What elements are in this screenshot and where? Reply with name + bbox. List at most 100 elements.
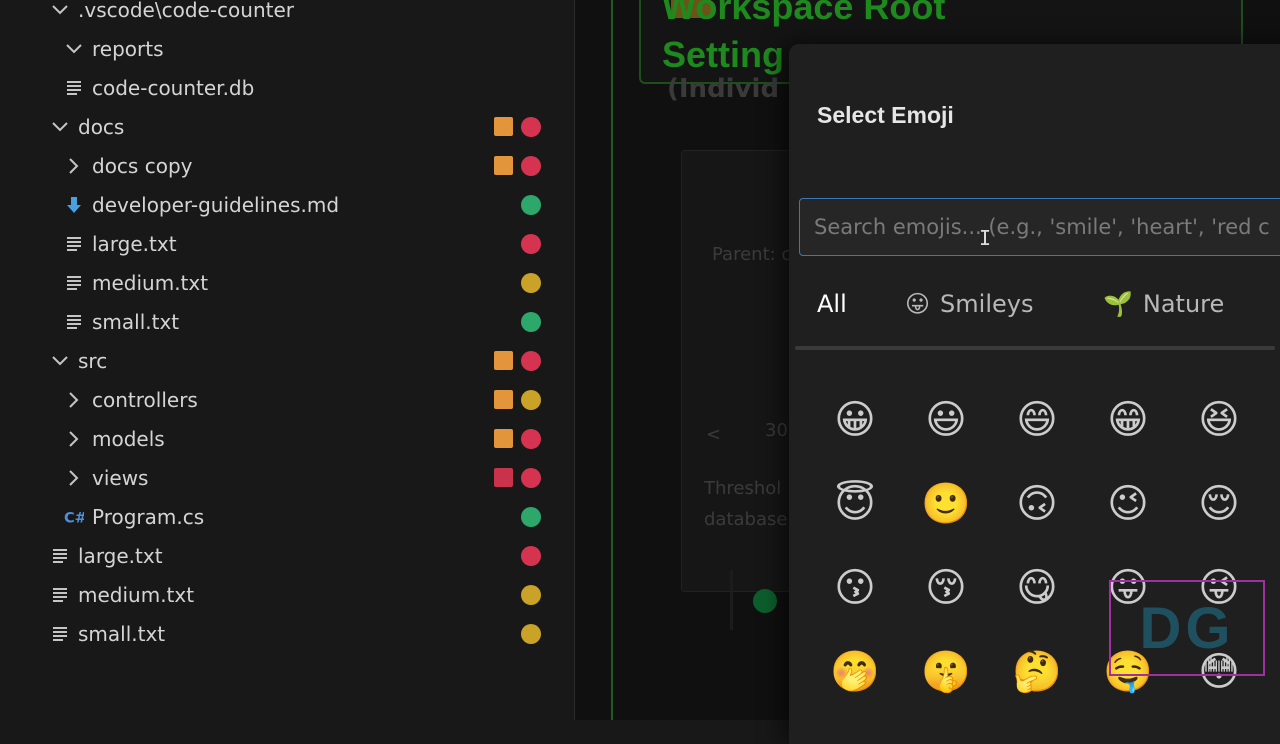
git-status-decorations [494,419,541,458]
tree-folder-row[interactable]: controllers [0,380,574,419]
tree-folder-row[interactable]: docs [0,107,574,146]
file-lines-icon [50,585,70,605]
tab-all[interactable]: All [817,276,847,332]
settings-title: Workspace Root [662,0,946,27]
tree-item-label: large.txt [92,231,177,256]
chevron-down-icon[interactable] [64,39,84,59]
tree-item-label: code-counter.db [92,75,255,100]
status-dot [521,428,541,449]
emoji-option[interactable]: 🙂 [918,476,974,532]
tree-item-label: small.txt [92,309,180,334]
tree-file-row[interactable]: C# Program.cs [0,497,574,536]
tree-file-row[interactable]: small.txt [0,302,574,341]
tree-file-row[interactable]: code-counter.db [0,68,574,107]
status-dot [521,311,541,332]
git-status-decorations [494,380,541,419]
tree-item-label: medium.txt [92,270,209,295]
markdown-icon [64,195,84,215]
status-dot [521,623,541,644]
git-status-decorations [494,458,541,497]
emoji-option[interactable]: 😀 [827,392,883,448]
tree-folder-row[interactable]: .vscode\code-counter [0,0,574,29]
emoji-option[interactable]: 🙃 [1009,476,1065,532]
tab-smileys[interactable]: 😛 Smileys [905,276,1033,332]
tree-item-label: medium.txt [78,582,195,607]
emoji-option[interactable]: 😇 [827,476,883,532]
emoji-option[interactable]: 😃 [918,392,974,448]
tree-item-label: .vscode\code-counter [78,0,294,22]
chevron-down-icon[interactable] [50,351,70,371]
emoji-option[interactable]: 🤔 [1009,644,1065,700]
tree-folder-row[interactable]: views [0,458,574,497]
tree-folder-row[interactable]: models [0,419,574,458]
emoji-category-tabs: All 😛 Smileys 🌱 Nature [789,276,1280,332]
threshold-label: Threshol [704,478,782,499]
tree-folder-row[interactable]: reports [0,29,574,68]
tree-item-label: models [92,426,165,451]
modified-badge [494,156,513,175]
emoji-option[interactable]: 😁 [1100,392,1156,448]
csharp-icon: C# [64,507,84,527]
emoji-option[interactable]: 🤭 [827,644,883,700]
git-status-decorations [521,185,541,224]
chevron-right-icon[interactable] [64,390,84,410]
status-dot [521,116,541,137]
tree-item-label: developer-guidelines.md [92,192,340,217]
tree-file-row[interactable]: large.txt [0,224,574,263]
chevron-left-icon[interactable]: < [706,424,721,445]
status-dot [753,589,777,613]
text-cursor-icon: I [979,226,992,250]
chevron-down-icon[interactable] [50,0,70,20]
tree-item-label: Program.cs [92,504,205,529]
chevron-right-icon[interactable] [64,156,84,176]
tree-item-label: reports [92,36,164,61]
divider [730,570,733,630]
tree-file-row[interactable]: large.txt [0,536,574,575]
smiley-icon: 😛 [905,290,931,318]
emoji-option[interactable]: 😆 [1191,392,1247,448]
tree-item-label: small.txt [78,621,166,646]
status-dot [521,233,541,254]
emoji-option[interactable]: 😗 [827,560,883,616]
modified-badge [494,429,513,448]
seedling-icon: 🌱 [1103,290,1133,318]
threshold-value: 30 [765,420,788,441]
tree-folder-row[interactable]: src [0,341,574,380]
file-lines-icon [50,546,70,566]
file-lines-icon [50,624,70,644]
tree-item-label: views [92,465,149,490]
git-status-decorations [521,575,541,614]
modified-badge [494,468,513,487]
tree-file-row[interactable]: medium.txt [0,263,574,302]
explorer-panel: .vscode\code-counter reports code-counter.… [0,0,575,720]
status-dot [521,350,541,371]
chevron-right-icon[interactable] [64,468,84,488]
tab-nature[interactable]: 🌱 Nature [1103,276,1224,332]
tree-folder-row[interactable]: docs copy [0,146,574,185]
emoji-option[interactable]: 😚 [918,560,974,616]
status-dot [521,467,541,488]
chevron-down-icon[interactable] [50,117,70,137]
file-lines-icon [64,78,84,98]
tree-file-row[interactable]: small.txt [0,614,574,653]
emoji-option[interactable]: 😄 [1009,392,1065,448]
status-dot [521,506,541,527]
tree-file-row[interactable]: medium.txt [0,575,574,614]
emoji-option[interactable]: 😉 [1100,476,1156,532]
emoji-option[interactable]: 😌 [1191,476,1247,532]
git-status-decorations [494,146,541,185]
emoji-option[interactable]: 😋 [1009,560,1065,616]
status-dot [521,389,541,410]
git-status-decorations [521,302,541,341]
editor-gutter-line [611,0,613,720]
tab-label: Smileys [940,290,1034,318]
emoji-search-input[interactable] [799,198,1280,256]
chevron-right-icon[interactable] [64,429,84,449]
emoji-option[interactable]: 🤫 [918,644,974,700]
tree-file-row[interactable]: developer-guidelines.md [0,185,574,224]
file-lines-icon [64,312,84,332]
settings-subtitle: (Individ [667,74,780,104]
tree-item-label: src [78,348,108,373]
git-status-decorations [521,224,541,263]
tree-item-label: docs [78,114,125,139]
